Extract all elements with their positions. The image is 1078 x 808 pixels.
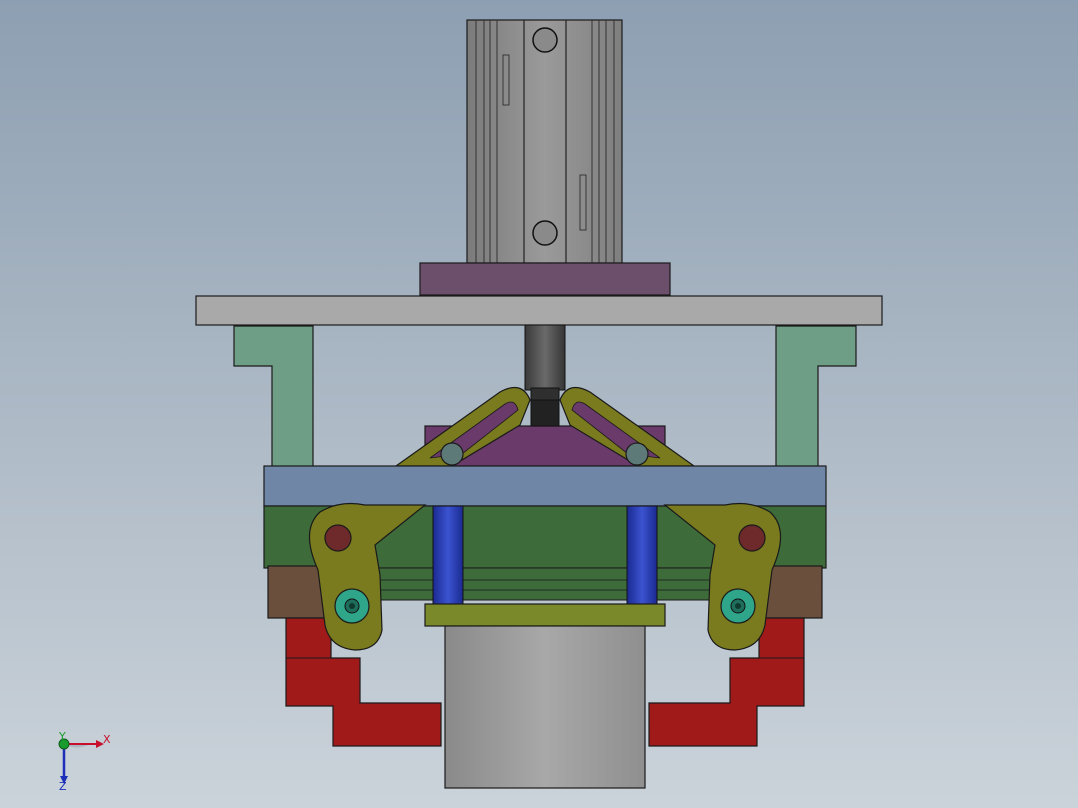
pivot-pin-right	[625, 442, 649, 466]
x-axis-label: X	[103, 733, 111, 746]
cylinder-mount-block[interactable]	[419, 262, 671, 296]
pneumatic-cylinder[interactable]	[466, 19, 623, 264]
y-axis-label: Y	[58, 730, 66, 743]
right-bracket[interactable]	[775, 325, 857, 469]
guide-rod-right[interactable]	[626, 505, 658, 607]
cross-bar[interactable]	[263, 465, 827, 507]
top-plate[interactable]	[195, 295, 883, 326]
guide-rod-left[interactable]	[432, 505, 464, 607]
gripper-assembly-drawing[interactable]: X Y Z	[0, 0, 1078, 808]
left-bracket[interactable]	[233, 325, 314, 469]
pivot-pin-left	[440, 442, 464, 466]
rod-end-coupler	[530, 399, 560, 427]
lever-pivot-right	[738, 524, 766, 552]
port-top-circle	[532, 27, 558, 53]
orientation-triad[interactable]: X Y Z	[58, 730, 111, 793]
piston-rod[interactable]	[524, 324, 566, 407]
pusher-plate[interactable]	[424, 603, 666, 627]
cad-viewport[interactable]: X Y Z	[0, 0, 1078, 808]
lever-pivot-left	[324, 524, 352, 552]
port-bottom-circle	[532, 220, 558, 246]
z-axis-label: Z	[59, 780, 67, 793]
workpiece-cylinder[interactable]	[444, 625, 646, 789]
